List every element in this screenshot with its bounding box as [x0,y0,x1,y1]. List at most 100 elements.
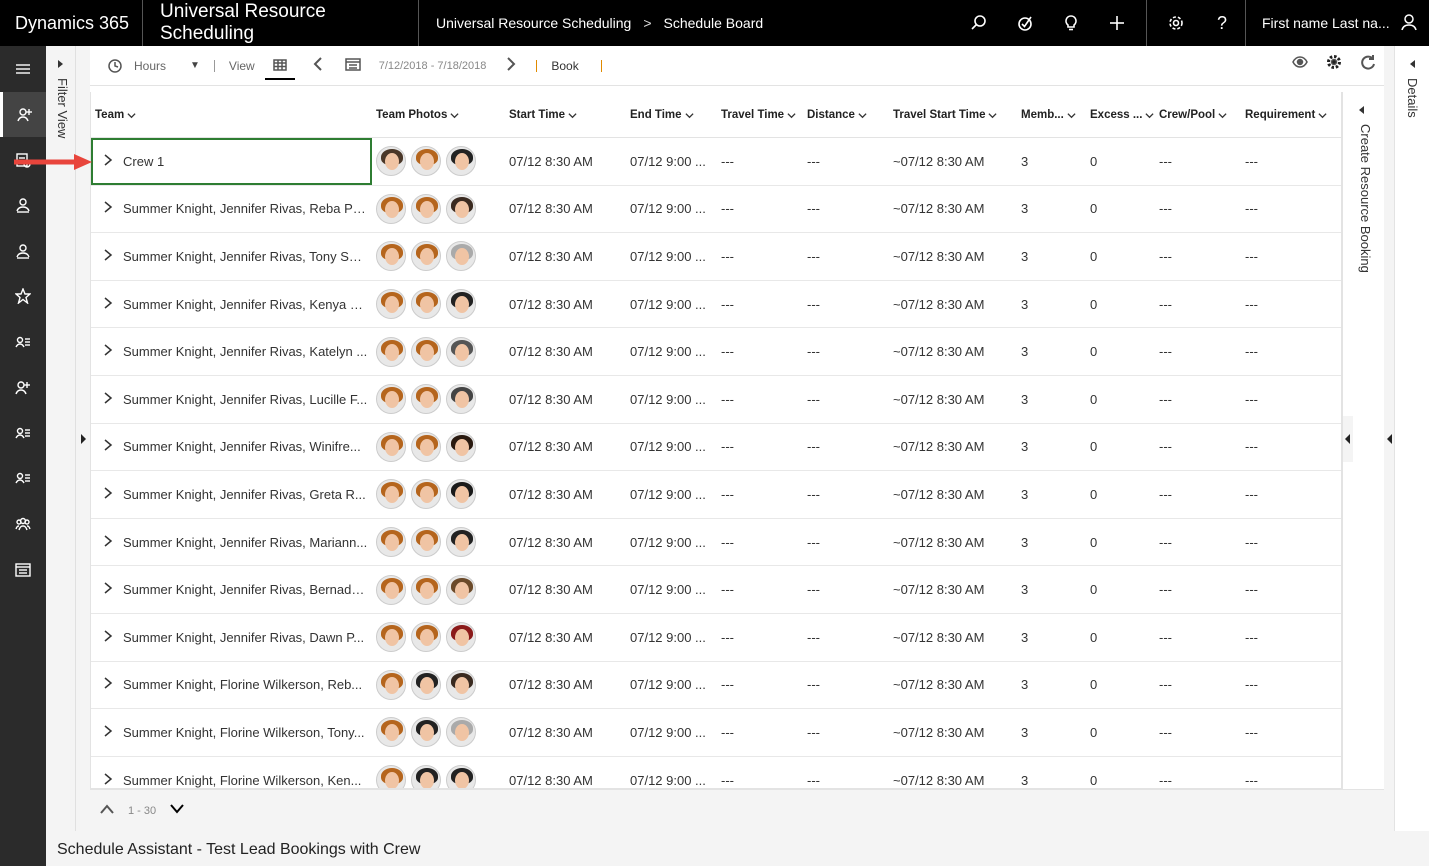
team-cell[interactable]: Summer Knight, Jennifer Rivas, Kenya B..… [91,281,372,328]
calendar-picker-button[interactable] [344,57,361,74]
table-row[interactable]: Summer Knight, Florine Wilkerson, Tony..… [91,709,1341,757]
team-name: Summer Knight, Jennifer Rivas, Lucille F… [123,391,368,407]
chevron-right-icon[interactable] [103,201,113,216]
team-cell[interactable]: Summer Knight, Jennifer Rivas, Lucille F… [91,376,372,423]
team-cell[interactable]: Summer Knight, Florine Wilkerson, Reb... [91,662,372,709]
requirements-icon[interactable] [0,183,46,229]
col-distance[interactable]: Distance [803,109,889,121]
people-icon[interactable] [0,365,46,411]
team-cell[interactable]: Summer Knight, Florine Wilkerson, Ken... [91,757,372,788]
team-cell[interactable]: Summer Knight, Jennifer Rivas, Winifre..… [91,424,372,471]
details-panel[interactable]: Details [1394,46,1429,831]
table-row[interactable]: Summer Knight, Jennifer Rivas, Bernade..… [91,566,1341,614]
table-row[interactable]: Summer Knight, Jennifer Rivas, Winifre..… [91,424,1341,472]
col-requirement[interactable]: Requirement [1241,109,1341,121]
view-label[interactable]: View [229,59,255,73]
settings-icon[interactable] [1153,0,1199,46]
team-cell[interactable]: Summer Knight, Jennifer Rivas, Dawn P... [91,614,372,661]
team-cell[interactable]: Summer Knight, Florine Wilkerson, Tony..… [91,709,372,756]
table-row[interactable]: Crew 1 07/12 8:30 AM 07/12 9:00 ... --- --- ~… [91,138,1341,186]
collapse-left-icon[interactable] [81,434,86,444]
team-cell[interactable]: Crew 1 [91,138,372,185]
col-travel-start[interactable]: Travel Start Time [889,109,1017,121]
col-team[interactable]: Team [91,109,372,121]
chevron-right-icon[interactable] [103,344,113,359]
chevron-right-icon[interactable] [103,487,113,502]
chevron-right-icon[interactable] [103,630,113,645]
team-cell[interactable]: Summer Knight, Jennifer Rivas, Bernade..… [91,566,372,613]
col-members[interactable]: Memb... [1017,109,1086,121]
gear-icon[interactable] [1326,54,1342,70]
book-button[interactable]: Book [551,59,578,73]
table-row[interactable]: Summer Knight, Jennifer Rivas, Greta R..… [91,471,1341,519]
page-up-button[interactable] [100,804,114,817]
chevron-right-icon[interactable] [103,297,113,312]
team-cell[interactable]: Summer Knight, Jennifer Rivas, Greta R..… [91,471,372,518]
collapse-icon[interactable] [1345,434,1350,444]
chevron-right-icon[interactable] [103,677,113,692]
chevron-right-icon[interactable] [103,534,113,550]
team-cell[interactable]: Summer Knight, Jennifer Rivas, Reba Po..… [91,186,372,233]
chevron-right-icon[interactable] [103,154,113,169]
eye-icon[interactable] [1292,54,1308,70]
refresh-icon[interactable] [1360,54,1376,70]
chevron-right-icon[interactable] [103,772,113,788]
col-start-time[interactable]: Start Time [505,109,626,121]
chevron-right-icon[interactable] [103,582,113,597]
page-down-button[interactable] [170,804,184,817]
app-title[interactable]: Universal Resource Scheduling [143,0,419,46]
user-menu[interactable]: First name Last na... [1245,0,1429,46]
expand-filter-icon[interactable] [58,60,63,68]
chevron-right-icon[interactable] [103,392,113,407]
table-row[interactable]: Summer Knight, Jennifer Rivas, Reba Po..… [91,186,1341,234]
table-row[interactable]: Summer Knight, Jennifer Rivas, Mariann..… [91,519,1341,567]
col-excess[interactable]: Excess ... [1086,109,1155,121]
breadcrumb-item-urs[interactable]: Universal Resource Scheduling [436,15,631,31]
team-cell[interactable]: Summer Knight, Jennifer Rivas, Tony Sel.… [91,233,372,280]
date-range[interactable]: 7/12/2018 - 7/18/2018 [379,60,487,72]
end-time-cell: 07/12 9:00 ... [630,296,706,312]
add-icon[interactable] [1094,0,1140,46]
chevron-right-icon[interactable] [103,725,113,740]
previous-button[interactable] [313,57,323,74]
table-row[interactable]: Summer Knight, Jennifer Rivas, Katelyn .… [91,328,1341,376]
breadcrumb-item-schedule-board[interactable]: Schedule Board [664,15,764,31]
chevron-right-icon[interactable] [103,439,113,454]
table-row[interactable]: Summer Knight, Jennifer Rivas, Lucille F… [91,376,1341,424]
expand-booking-icon[interactable] [1359,106,1364,114]
table-row[interactable]: Summer Knight, Jennifer Rivas, Kenya B..… [91,281,1341,329]
menu-icon[interactable] [0,46,46,92]
resources-icon[interactable] [0,91,46,137]
team-cell[interactable]: Summer Knight, Jennifer Rivas, Mariann..… [91,519,372,566]
table-row[interactable]: Summer Knight, Jennifer Rivas, Tony Sel.… [91,233,1341,281]
favorites-icon[interactable] [0,274,46,320]
team-cell[interactable]: Summer Knight, Jennifer Rivas, Katelyn .… [91,328,372,375]
group-icon[interactable] [0,501,46,547]
hours-dropdown[interactable]: Hours ▼ [108,59,200,73]
right-splitter[interactable] [1384,46,1394,831]
crews-icon[interactable] [0,228,46,274]
col-end-time[interactable]: End Time [626,109,717,121]
expand-details-icon[interactable] [1410,60,1415,68]
task-icon[interactable] [1002,0,1048,46]
table-row[interactable]: Summer Knight, Florine Wilkerson, Ken...… [91,757,1341,788]
grid-view-button[interactable] [264,52,295,80]
calendar-icon[interactable] [0,547,46,593]
list-icon-2[interactable] [0,410,46,456]
list-icon[interactable] [0,319,46,365]
chevron-right-icon[interactable] [103,249,113,264]
col-travel-time[interactable]: Travel Time [717,109,803,121]
list-icon-3[interactable] [0,456,46,502]
col-crew-pool[interactable]: Crew/Pool [1155,109,1241,121]
col-photos[interactable]: Team Photos [372,109,505,121]
lightbulb-icon[interactable] [1048,0,1094,46]
booking-splitter[interactable] [1343,416,1353,462]
help-icon[interactable]: ? [1199,0,1245,46]
next-button[interactable] [506,57,516,74]
create-booking-panel[interactable]: Create Resource Booking [1342,92,1384,789]
brand-title[interactable]: Dynamics 365 [0,0,143,46]
collapse-right-icon[interactable] [1387,434,1392,444]
table-row[interactable]: Summer Knight, Jennifer Rivas, Dawn P...… [91,614,1341,662]
table-row[interactable]: Summer Knight, Florine Wilkerson, Reb...… [91,662,1341,710]
search-icon[interactable] [956,0,1002,46]
